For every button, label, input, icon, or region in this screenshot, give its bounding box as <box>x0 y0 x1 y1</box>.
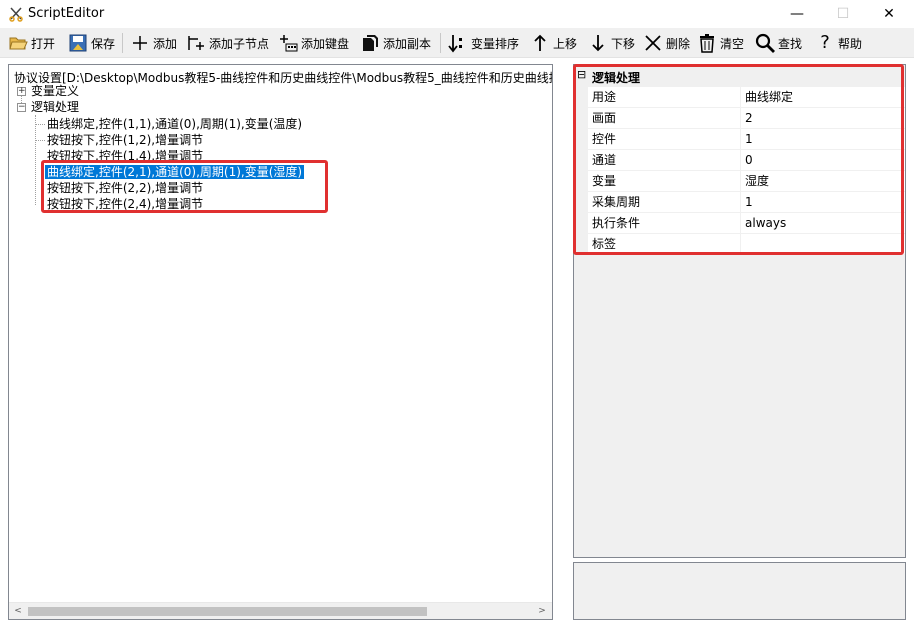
script-tree[interactable]: 协议设置[D:\Desktop\Modbus教程5-曲线控件和历史曲线控件\Mo… <box>8 64 553 620</box>
move-down-button[interactable]: 下移 <box>588 31 635 55</box>
move-up-label: 上移 <box>553 36 578 51</box>
annotation-highlight-box <box>41 160 328 213</box>
tree-node-variables-label: 变量定义 <box>31 84 80 98</box>
find-label: 查找 <box>778 36 803 51</box>
add-keyboard-label: 添加键盘 <box>301 36 350 51</box>
horizontal-scrollbar[interactable]: < > <box>9 602 552 619</box>
sort-label: 变量排序 <box>471 36 520 51</box>
add-child-label: 添加子节点 <box>209 36 270 51</box>
move-down-label: 下移 <box>611 36 636 51</box>
keyboard-icon <box>280 35 298 52</box>
find-button[interactable]: 查找 <box>755 31 802 55</box>
trash-icon <box>700 34 714 53</box>
scroll-left-icon[interactable]: < <box>12 605 24 617</box>
save-button[interactable]: 保存 <box>68 31 115 55</box>
folder-open-icon <box>9 37 28 50</box>
tree-item[interactable]: 按钮按下,控件(1,2),增量调节 <box>47 132 203 148</box>
add-keyboard-button[interactable]: 添加键盘 <box>278 31 349 55</box>
minimize-icon: — <box>790 6 804 22</box>
help-label: 帮助 <box>838 36 863 51</box>
tree-item-label: 按钮按下,控件(1,2),增量调节 <box>47 133 204 147</box>
toolbar: 打开 保存 添加 添加子节点 添加键盘 添加副本 变量排序 上移 下移 删除 清… <box>0 28 914 58</box>
add-copy-button[interactable]: 添加副本 <box>360 31 431 55</box>
minimize-button[interactable]: — <box>774 0 820 28</box>
clear-button[interactable]: 清空 <box>697 31 744 55</box>
tree-root-node[interactable]: 协议设置[D:\Desktop\Modbus教程5-曲线控件和历史曲线控件\Mo… <box>14 70 553 86</box>
delete-label: 删除 <box>666 36 691 51</box>
tree-item[interactable]: 曲线绑定,控件(1,1),通道(0),周期(1),变量(温度) <box>47 116 302 132</box>
expand-variables-toggle[interactable]: + <box>17 87 26 96</box>
delete-x-icon <box>645 35 661 51</box>
help-icon: ? <box>820 32 830 53</box>
add-child-button[interactable]: 添加子节点 <box>186 31 269 55</box>
add-button[interactable]: 添加 <box>130 31 177 55</box>
close-icon: ✕ <box>883 6 895 22</box>
window-title: ScriptEditor <box>28 6 105 21</box>
help-button[interactable]: ? 帮助 <box>815 31 862 55</box>
arrow-down-icon <box>592 35 604 52</box>
tree-guide-line <box>35 124 45 125</box>
open-button[interactable]: 打开 <box>8 31 55 55</box>
maximize-icon: ☐ <box>836 6 850 22</box>
tree-guide-line <box>35 140 45 141</box>
tree-node-logic-label: 逻辑处理 <box>31 100 80 114</box>
arrow-up-icon <box>534 34 546 51</box>
tree-node-logic[interactable]: 逻辑处理 <box>31 99 79 115</box>
tree-node-variables[interactable]: 变量定义 <box>31 83 79 99</box>
toolbar-separator <box>122 33 123 53</box>
close-button[interactable]: ✕ <box>866 0 912 28</box>
tree-guide-line <box>35 115 36 205</box>
maximize-button[interactable]: ☐ <box>820 0 866 28</box>
add-label: 添加 <box>153 36 178 51</box>
sort-icon <box>448 35 462 53</box>
sort-variables-button[interactable]: 变量排序 <box>448 31 519 55</box>
save-label: 保存 <box>91 36 116 51</box>
delete-button[interactable]: 删除 <box>643 31 690 55</box>
clear-label: 清空 <box>720 36 745 51</box>
search-icon <box>755 33 775 53</box>
scroll-right-icon[interactable]: > <box>536 605 548 617</box>
property-description-panel <box>573 562 906 620</box>
add-child-icon <box>188 36 204 50</box>
save-icon <box>69 34 87 52</box>
toolbar-separator <box>440 33 441 53</box>
tree-root-label: 协议设置[D:\Desktop\Modbus教程5-曲线控件和历史曲线控件\Mo… <box>14 71 553 85</box>
plus-icon <box>133 36 147 50</box>
collapse-logic-toggle[interactable]: − <box>17 103 26 112</box>
scrollbar-thumb[interactable] <box>28 607 427 616</box>
add-copy-label: 添加副本 <box>383 36 432 51</box>
copy-icon <box>363 35 378 51</box>
tree-item-label: 曲线绑定,控件(1,1),通道(0),周期(1),变量(温度) <box>47 117 303 131</box>
move-up-button[interactable]: 上移 <box>530 31 577 55</box>
open-label: 打开 <box>31 36 56 51</box>
annotation-highlight-box <box>573 64 904 255</box>
title-bar: ScriptEditor — ☐ ✕ <box>0 0 914 28</box>
scissors-app-icon <box>9 7 23 22</box>
